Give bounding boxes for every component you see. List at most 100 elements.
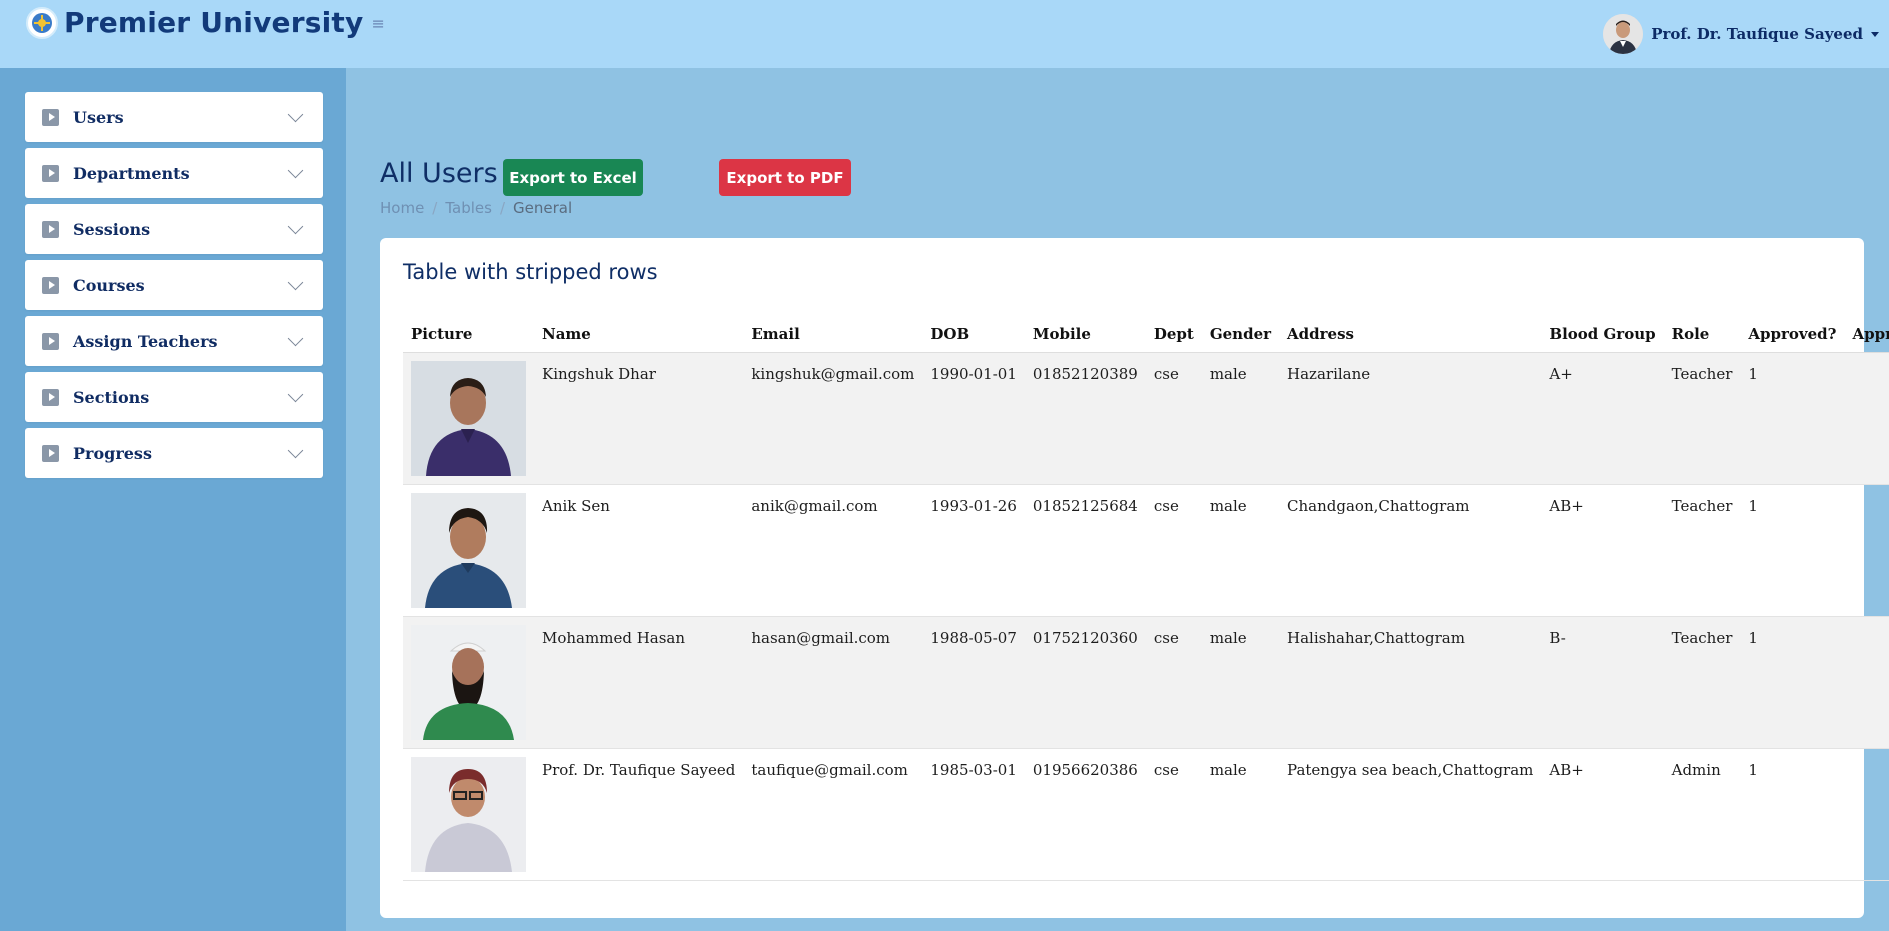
chevron-down-icon [1871,31,1879,37]
breadcrumb-tables[interactable]: Tables [445,199,492,217]
play-icon [42,276,59,294]
sidebar: Users Departments Sessions Courses Assig… [0,68,346,931]
user-dob-cell: 1990-01-01 [922,352,1025,485]
play-icon [42,332,59,350]
sidebar-item-sessions[interactable]: Sessions [25,204,323,254]
column-header: Email [743,316,923,353]
user-name-cell: Mohammed Hasan [534,616,744,749]
table-row: Kingshuk Dhar kingshuk@gmail.com 1990-01… [403,352,1889,485]
column-header: Blood Group [1541,316,1664,353]
column-header: Gender [1201,316,1280,353]
user-email-cell: taufique@gmail.com [743,748,923,881]
play-icon [42,388,59,406]
user-dob-cell: 1988-05-07 [922,616,1025,749]
table-header-row: Picture Name Email DOB Mobile Dept Gende… [403,316,1889,353]
chevron-down-icon [287,162,304,178]
user-approved-cell [1844,748,1889,881]
column-header: DOB [922,316,1025,353]
user-profile-dropdown[interactable]: Prof. Dr. Taufique Sayeed [1603,14,1879,54]
users-table: Picture Name Email DOB Mobile Dept Gende… [403,316,1889,881]
card-title: Table with stripped rows [403,260,658,284]
column-header: Role [1663,316,1741,353]
user-dob-cell: 1993-01-26 [922,484,1025,617]
user-blood-group-cell: A+ [1541,352,1664,485]
user-approved-cell [1844,616,1889,749]
user-dept-cell: cse [1145,352,1202,485]
user-gender-cell: male [1201,748,1280,881]
sidebar-item-departments[interactable]: Departments [25,148,323,198]
avatar [1603,14,1644,54]
breadcrumb: Home / Tables / General [380,199,572,217]
sidebar-item-label: Courses [73,275,145,295]
user-address-cell: Patengya sea beach,Chattogram [1279,748,1542,881]
hamburger-menu-icon[interactable]: ≡ [371,14,384,33]
export-excel-button[interactable]: Export to Excel [503,159,643,196]
breadcrumb-separator: / [499,199,506,217]
sidebar-item-label: Sections [73,387,150,407]
page-title: All Users [380,158,498,189]
sidebar-item-sections[interactable]: Sections [25,372,323,422]
user-approved-flag-cell: 1 [1740,748,1845,881]
column-header: Mobile [1024,316,1146,353]
user-mobile-cell: 01752120360 [1024,616,1146,749]
user-address-cell: Hazarilane [1279,352,1542,485]
sidebar-item-courses[interactable]: Courses [25,260,323,310]
column-header: Approved [1844,316,1889,353]
play-icon [42,108,59,126]
user-name-cell: Prof. Dr. Taufique Sayeed [534,748,744,881]
breadcrumb-current: General [513,199,573,217]
breadcrumb-separator: / [432,199,438,217]
sidebar-item-label: Users [73,107,124,127]
user-dept-cell: cse [1145,748,1202,881]
sidebar-item-label: Progress [73,443,152,463]
breadcrumb-home[interactable]: Home [380,199,424,217]
sidebar-item-label: Assign Teachers [73,331,218,351]
user-photo [411,756,526,872]
user-gender-cell: male [1201,484,1280,617]
table-row: Prof. Dr. Taufique Sayeed taufique@gmail… [403,748,1889,881]
chevron-down-icon [287,442,304,458]
user-role-cell: Teacher [1663,484,1741,617]
sidebar-item-progress[interactable]: Progress [25,428,323,478]
user-role-cell: Teacher [1663,616,1741,749]
users-table-card: Table with stripped rows Picture Name Em… [380,238,1889,918]
column-header: Dept [1145,316,1202,353]
picture-cell [403,484,534,617]
user-mobile-cell: 01852125684 [1024,484,1146,617]
sidebar-item-users[interactable]: Users [25,92,323,142]
user-blood-group-cell: B- [1541,616,1664,749]
column-header: Picture [403,316,534,353]
export-pdf-button[interactable]: Export to PDF [719,159,851,196]
brand[interactable]: Premier University ≡ [26,6,385,39]
user-address-cell: Halishahar,Chattogram [1279,616,1542,749]
user-blood-group-cell: AB+ [1541,484,1664,617]
chevron-down-icon [287,330,304,346]
column-header: Name [534,316,744,353]
user-gender-cell: male [1201,616,1280,749]
user-name: Prof. Dr. Taufique Sayeed [1651,25,1863,43]
user-mobile-cell: 01956620386 [1024,748,1146,881]
play-icon [42,444,59,462]
user-mobile-cell: 01852120389 [1024,352,1146,485]
sidebar-item-assign-teachers[interactable]: Assign Teachers [25,316,323,366]
user-approved-flag-cell: 1 [1740,484,1845,617]
user-photo [411,360,526,476]
sidebar-item-label: Departments [73,163,190,183]
user-name-cell: Anik Sen [534,484,744,617]
user-photo [411,492,526,608]
user-approved-cell [1844,484,1889,617]
sidebar-item-label: Sessions [73,219,151,239]
user-approved-flag-cell: 1 [1740,616,1845,749]
user-photo [411,624,526,740]
user-role-cell: Teacher [1663,352,1741,485]
play-icon [42,220,59,238]
user-email-cell: hasan@gmail.com [743,616,923,749]
user-approved-flag-cell: 1 [1740,352,1845,485]
chevron-down-icon [287,218,304,234]
picture-cell [403,748,534,881]
brand-title: Premier University [64,6,364,39]
user-role-cell: Admin [1663,748,1741,881]
user-address-cell: Chandgaon,Chattogram [1279,484,1542,617]
table-row: Anik Sen anik@gmail.com 1993-01-26 01852… [403,484,1889,617]
play-icon [42,164,59,182]
